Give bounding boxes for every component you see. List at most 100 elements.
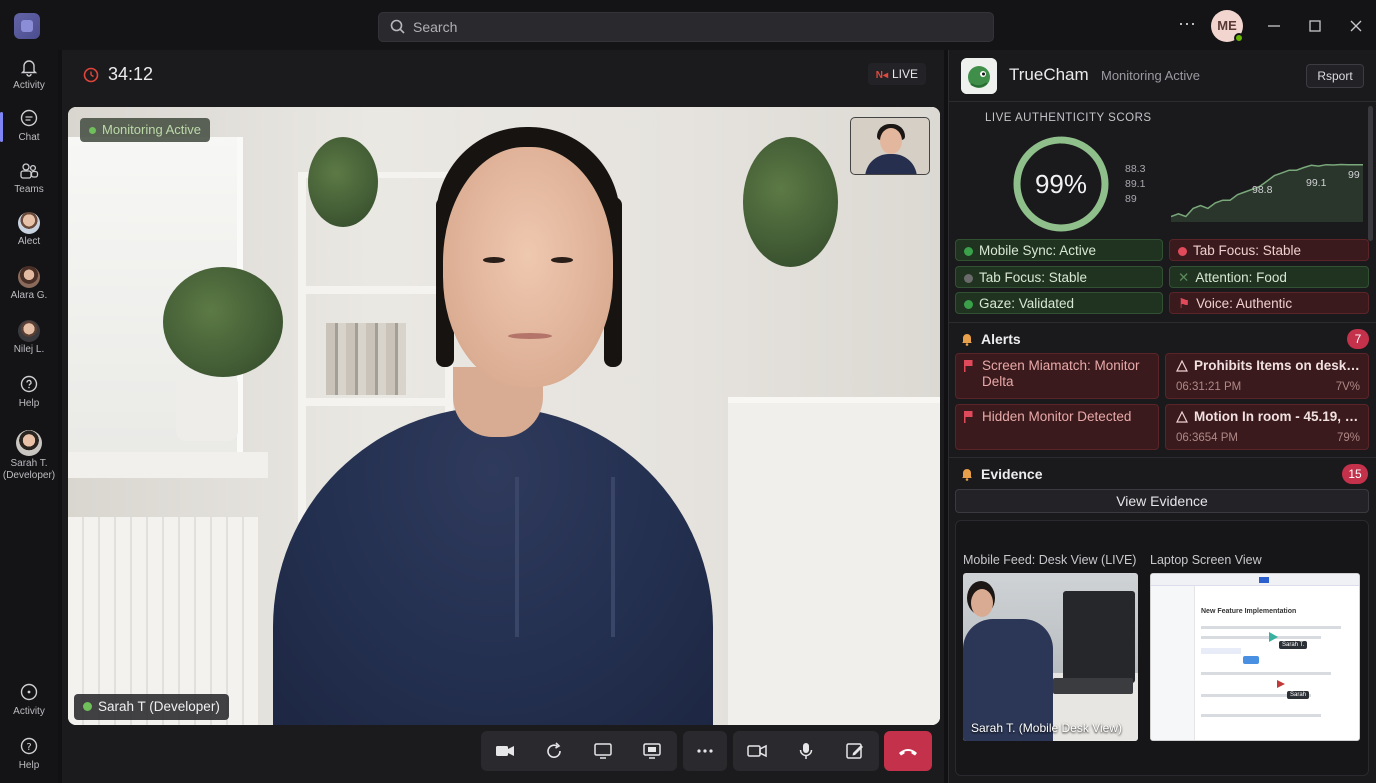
thumb-doc-title: New Feature Implementation bbox=[1201, 608, 1297, 615]
video-hoodie-string bbox=[515, 477, 519, 637]
thumb-browser-bar bbox=[1151, 574, 1359, 586]
share-screen-button[interactable] bbox=[581, 731, 625, 771]
video-plant bbox=[163, 267, 283, 377]
activity-chat-icon bbox=[20, 683, 38, 701]
bell-icon bbox=[962, 469, 972, 481]
video-toggle-button[interactable] bbox=[735, 731, 779, 771]
flag-icon: ⚑ bbox=[1178, 296, 1191, 311]
flag-icon bbox=[964, 411, 973, 423]
search-icon bbox=[390, 19, 405, 34]
status-dot bbox=[964, 247, 973, 256]
rail-item-nilej[interactable]: Nilej L. bbox=[0, 320, 58, 356]
camera-icon bbox=[496, 746, 514, 756]
teams-icon bbox=[20, 163, 39, 179]
thumb-line bbox=[1201, 648, 1241, 654]
laptop-screen-thumbnail[interactable]: New Feature Implementation Sarah T. Sara… bbox=[1150, 573, 1360, 741]
edit-button[interactable] bbox=[833, 731, 877, 771]
call-controls bbox=[481, 731, 932, 775]
chat-icon bbox=[20, 109, 38, 127]
thumb-tab bbox=[1259, 577, 1269, 583]
thumb-sidebar bbox=[1151, 586, 1195, 740]
mic-button[interactable] bbox=[784, 731, 828, 771]
chip-label: Attention: Food bbox=[1195, 270, 1287, 285]
maximize-icon[interactable] bbox=[1301, 12, 1329, 40]
panel-scrollbar[interactable] bbox=[1368, 106, 1373, 241]
rail-label: Alara G. bbox=[10, 290, 48, 301]
mini-value: 89 bbox=[1125, 193, 1137, 205]
live-indicator: N◂ LIVE bbox=[867, 63, 926, 85]
present-button[interactable] bbox=[630, 731, 674, 771]
rail-item-alara[interactable]: Alara G. bbox=[0, 266, 58, 302]
microphone-icon bbox=[799, 743, 813, 759]
rail-sublabel: (Developer) bbox=[2, 470, 56, 481]
video-hoodie-string bbox=[611, 477, 615, 637]
present-icon bbox=[643, 743, 661, 759]
alert-confidence: 7V% bbox=[1335, 381, 1360, 393]
flag-icon bbox=[964, 360, 973, 372]
mobile-feed-thumbnail[interactable]: Sarah T. (Mobile Desk View) bbox=[963, 573, 1138, 741]
view-evidence-button[interactable]: View Evidence bbox=[955, 489, 1369, 513]
panel-header: TrueCham Monitoring Active Rsport bbox=[949, 50, 1376, 102]
rail-item-activity-bottom[interactable]: Activity bbox=[0, 682, 58, 718]
rail-item-teams[interactable]: Teams bbox=[0, 160, 58, 196]
cursor-icon bbox=[1277, 680, 1285, 688]
more-options-icon[interactable]: ⋯ bbox=[1175, 14, 1199, 38]
hang-up-button[interactable] bbox=[884, 731, 932, 771]
rail-item-help[interactable]: Help bbox=[0, 374, 58, 410]
rail-label: Nilej L. bbox=[13, 344, 45, 355]
thumb-line bbox=[1201, 626, 1341, 629]
cursor-icon bbox=[1269, 632, 1278, 642]
alert-item[interactable]: Screen Miamatch: Monitor Delta bbox=[955, 353, 1159, 399]
svg-text:?: ? bbox=[26, 742, 31, 753]
rail-item-activity[interactable]: Activity bbox=[0, 56, 58, 92]
alert-time: 06:31:21 PM bbox=[1176, 381, 1242, 393]
help-chat-icon bbox=[20, 375, 38, 393]
rail-item-chat[interactable]: Chat bbox=[0, 108, 58, 144]
video-plant bbox=[308, 137, 378, 227]
laptop-view-label: Laptop Screen View bbox=[1150, 553, 1262, 567]
rail-label: Activity bbox=[13, 706, 45, 717]
status-dot bbox=[964, 300, 973, 309]
monitor-icon bbox=[594, 743, 612, 759]
status-dot bbox=[89, 127, 96, 134]
video-icon bbox=[747, 744, 767, 758]
rail-item-sarah[interactable]: Sarah T. (Developer) bbox=[0, 430, 58, 482]
avatar bbox=[18, 266, 40, 288]
monitoring-badge: Monitoring Active bbox=[80, 118, 210, 142]
profile-avatar[interactable]: ME bbox=[1211, 10, 1244, 43]
alert-item[interactable]: Prohibits Items on desk: I... 06:31:21 P… bbox=[1165, 353, 1369, 399]
evidence-header[interactable]: Evidence 15 bbox=[949, 457, 1376, 489]
status-chip: Gaze: Validated bbox=[955, 292, 1163, 314]
alerts-header[interactable]: Alerts 7 bbox=[949, 322, 1376, 354]
thumb-cursor-tag: Sarah T. bbox=[1279, 641, 1308, 649]
video-plant bbox=[743, 137, 838, 267]
more-actions-button[interactable] bbox=[683, 731, 727, 771]
edit-icon bbox=[846, 743, 863, 759]
close-icon[interactable] bbox=[1342, 12, 1370, 40]
status-chip: Tab Focus: Stable bbox=[955, 266, 1163, 288]
status-chip: Tab Focus: Stable bbox=[1169, 239, 1369, 261]
rail-item-help-bottom[interactable]: ? Help bbox=[0, 736, 58, 772]
chip-label: Mobile Sync: Active bbox=[979, 243, 1097, 258]
call-stage: 34:12 N◂ LIVE Monitoring Active Sarah T (… bbox=[62, 50, 944, 783]
participant-name-tag: Sarah T (Developer) bbox=[74, 694, 229, 720]
score-title: LIVE AUTHENTICITY SCORS bbox=[985, 112, 1152, 124]
rail-item-alect[interactable]: Alect bbox=[0, 212, 58, 248]
rail-label: Help bbox=[18, 398, 40, 409]
search-input[interactable] bbox=[413, 19, 973, 35]
thumb-face bbox=[971, 589, 993, 617]
main-video[interactable]: Monitoring Active Sarah T (Developer) bbox=[68, 107, 940, 725]
trend-label: 99.1 bbox=[1306, 177, 1327, 189]
alert-item[interactable]: Hidden Monitor Detected bbox=[955, 404, 1159, 450]
minimize-icon[interactable] bbox=[1260, 12, 1288, 40]
effects-button[interactable] bbox=[532, 731, 576, 771]
alert-item[interactable]: Motion In room - 45.19, of... 06:3654 PM… bbox=[1165, 404, 1369, 450]
camera-button[interactable] bbox=[483, 731, 527, 771]
report-button[interactable]: Rsport bbox=[1306, 64, 1364, 88]
bell-icon bbox=[20, 60, 38, 77]
teams-logo-icon[interactable] bbox=[14, 13, 40, 39]
search-box[interactable] bbox=[378, 12, 994, 42]
participant-name: Sarah T (Developer) bbox=[98, 699, 220, 714]
video-face bbox=[443, 147, 613, 387]
self-view-pip[interactable] bbox=[850, 117, 930, 175]
